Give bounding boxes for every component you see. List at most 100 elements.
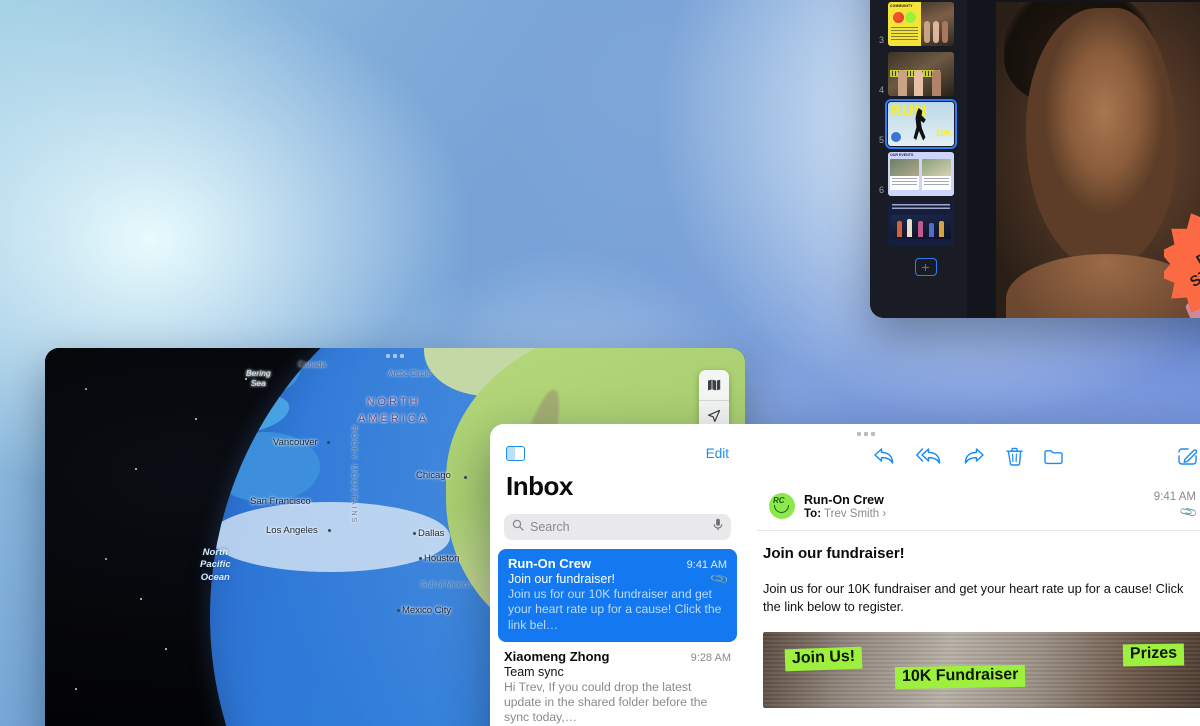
handle-dot [393,354,397,358]
slide-row[interactable] [870,202,967,252]
slide-thumbnail-our-events[interactable]: OUR EVENTS [888,152,954,196]
map-label-gulf-of-mexico: Gulf of Mexico [420,580,472,589]
search-input[interactable] [530,520,707,534]
edit-button[interactable]: Edit [706,446,729,461]
avatar[interactable]: RC [769,493,795,519]
star [140,598,142,600]
map-dot-houston [419,557,422,560]
slide-number: 3 [878,35,884,45]
message-toolbar[interactable] [745,424,1200,471]
slide-row[interactable]: 4 [870,52,967,102]
star [165,648,167,650]
mail-sidebar[interactable]: Edit Inbox Search Run-On Crew 9:41 AM Jo… [490,424,745,726]
arctic-ice-cap [210,502,450,572]
thumb-card-photo [890,159,919,176]
fundraiser-banner-image[interactable]: Join Us! 10K Fundraiser Prizes [763,632,1200,709]
slide-thumbnail-community[interactable]: COMMUNITY [888,2,954,46]
message-body: Join our fundraiser! Join us for our 10K… [745,531,1200,616]
maps-window-drag-handle[interactable] [386,354,404,358]
star [75,688,77,690]
slide-navigator[interactable]: 3 COMMUNITY 4 5 RUN 10K 6 OUR EVENTS + [870,0,967,318]
photo-runner-face [1026,8,1176,268]
list-item-sender: Run-On Crew [508,556,592,571]
thumb-flower-shape [893,12,904,23]
slide-row[interactable]: 5 RUN 10K [870,99,967,152]
message-list[interactable]: Run-On Crew 9:41 AM Join our fundraiser!… [490,549,745,726]
search-bar[interactable] [504,514,731,540]
handle-dot [864,432,868,436]
thumb-heading: COMMUNITY [890,4,913,8]
map-label-rocky-mountains: ROCKY MOUNTAINS [350,426,357,525]
add-slide-row[interactable]: + [870,252,967,276]
thumb-person [932,70,941,96]
poster-editor-window[interactable]: 3 COMMUNITY 4 5 RUN 10K 6 OUR EVENTS + R… [870,0,1200,318]
list-item[interactable]: Xiaomeng Zhong 9:28 AM Team sync Hi Trev… [490,642,745,726]
reply-all-icon[interactable] [916,447,942,470]
thumb-person [897,221,902,237]
map-controls[interactable] [699,370,729,430]
map-label-arctic-circle: Arctic Circle [388,369,431,378]
thumb-person [898,70,907,96]
sidebar-top-bar: Edit [490,424,745,461]
list-item-subject-row: Join our fundraiser! 📎 [508,569,730,589]
thumb-logo-badge [891,132,901,142]
slide-thumbnail-runners[interactable] [888,52,954,96]
attachment-icon: 📎 [1178,501,1199,523]
star [105,558,107,560]
slide-row[interactable]: 6 OUR EVENTS [870,152,967,202]
banner-badge-join-us: Join Us! [784,646,863,672]
mail-detail-pane[interactable]: RC Run-On Crew To: Trev Smith › 9:41 AM … [745,424,1200,726]
list-item[interactable]: Run-On Crew 9:41 AM Join our fundraiser!… [498,549,737,642]
folder-icon[interactable] [1044,448,1064,470]
map-label-canada: Canada [298,360,327,369]
slide-thumbnail-family[interactable] [888,202,954,246]
thumb-heading-lines [892,204,950,211]
poster-canvas[interactable]: R C RUN STRONG COMMUNITY FUNDRAISER 10K … [967,0,1200,318]
thumb-card-photo [922,159,951,176]
thumb-person [914,70,923,96]
mail-window[interactable]: Edit Inbox Search Run-On Crew 9:41 AM Jo… [490,424,1200,726]
thumb-card-text [892,178,917,187]
map-mode-icon[interactable] [699,370,729,400]
slide-row[interactable]: 3 COMMUNITY [870,2,967,52]
map-dot-los-angeles [328,529,331,532]
thumb-photo [891,215,951,239]
thumb-person [942,21,948,43]
sidebar-toggle-icon[interactable] [506,446,525,461]
message-header: RC Run-On Crew To: Trev Smith › 9:41 AM … [757,483,1200,531]
add-slide-button[interactable]: + [914,258,937,276]
avatar-smile-icon [774,505,789,513]
map-label-mexico-city: Mexico City [402,605,452,616]
map-label-dallas: Dallas [418,528,445,539]
list-item-subject: Team sync [504,664,564,679]
slide-number [875,245,884,246]
forward-icon[interactable] [963,447,985,470]
list-item-preview: Hi Trev, If you could drop the latest up… [504,679,708,725]
list-item-header: Run-On Crew 9:41 AM [508,556,727,571]
microphone-icon[interactable] [713,518,723,536]
thumb-person [907,219,912,237]
trash-icon[interactable] [1006,447,1023,471]
thumb-heading: OUR EVENTS [890,153,914,157]
page-title: Inbox [506,471,573,501]
list-item-subject: Join our fundraiser! [508,572,616,586]
reply-icon[interactable] [873,447,895,470]
slide-thumbnail-run-10k[interactable]: RUN 10K [885,99,957,149]
list-item-preview: Join us for our 10K fundraiser and get y… [508,587,722,632]
poster-artwork[interactable]: R C RUN STRONG COMMUNITY FUNDRAISER 10K … [996,2,1200,318]
thumb-person [924,21,930,43]
star [195,418,197,420]
handle-dot [400,354,404,358]
map-label-north-america: NORTH AMERICA [358,396,430,425]
desktop: 3 COMMUNITY 4 5 RUN 10K 6 OUR EVENTS + R… [0,0,1200,726]
thumb-card-text [924,178,949,187]
message-recipient[interactable]: To: Trev Smith › [804,508,1145,520]
map-label-san-francisco: San Francisco [250,496,311,507]
map-label-vancouver: Vancouver [273,437,318,448]
handle-dot [871,432,875,436]
message-sender: Run-On Crew [804,492,884,507]
thumb-person [933,21,939,43]
detail-drag-handle[interactable] [857,432,875,436]
map-label-chicago: Chicago [416,470,451,481]
compose-icon[interactable] [1178,447,1198,471]
